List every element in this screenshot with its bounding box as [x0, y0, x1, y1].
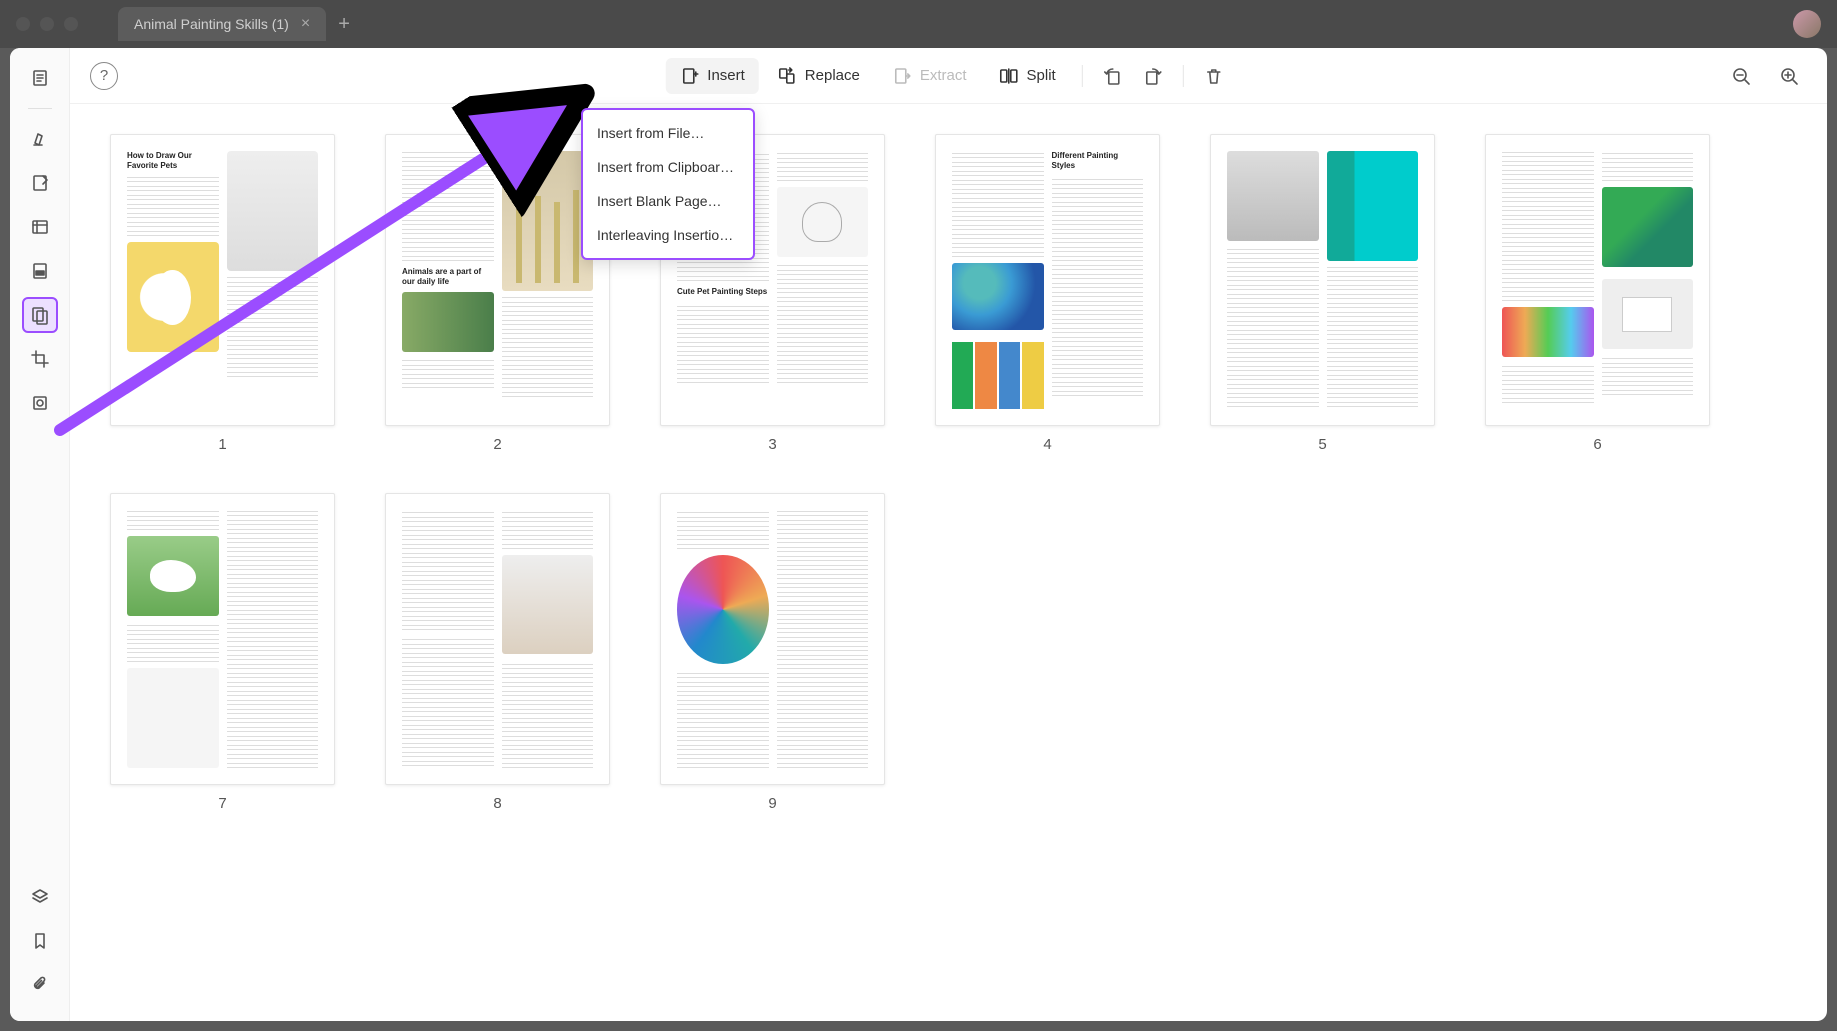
app-body: ? Insert Replace Extract Split: [10, 48, 1827, 1021]
close-tab-icon[interactable]: ×: [301, 15, 310, 33]
watermark-icon: [30, 393, 50, 413]
rotate-left-icon: [1103, 66, 1123, 86]
extract-button[interactable]: Extract: [878, 58, 981, 94]
zoom-out-icon: [1731, 66, 1751, 86]
user-avatar[interactable]: [1793, 10, 1821, 38]
sidebar-page-edit[interactable]: [22, 297, 58, 333]
page-thumb-content: [1485, 134, 1710, 426]
sidebar-annotate[interactable]: [22, 121, 58, 157]
redact-icon: [30, 261, 50, 281]
sidebar-edit-text[interactable]: [22, 165, 58, 201]
new-tab-button[interactable]: +: [338, 13, 350, 36]
page-thumbnail[interactable]: 8: [385, 493, 610, 812]
page-number: 4: [1043, 436, 1051, 453]
maximize-window[interactable]: [64, 17, 78, 31]
window-controls: [16, 17, 78, 31]
page-heading: Different Painting Styles: [1052, 151, 1144, 170]
sidebar-redact[interactable]: [22, 253, 58, 289]
zoom-in-icon: [1779, 66, 1799, 86]
sidebar-layers[interactable]: [22, 879, 58, 915]
toolbar-center: Insert Replace Extract Split: [665, 58, 1231, 94]
rotate-right-icon: [1143, 66, 1163, 86]
main-area: ? Insert Replace Extract Split: [70, 48, 1827, 1021]
close-window[interactable]: [16, 17, 30, 31]
document-tab[interactable]: Animal Painting Skills (1) ×: [118, 7, 326, 41]
replace-label: Replace: [805, 67, 860, 84]
page-number: 5: [1318, 436, 1326, 453]
tab-title: Animal Painting Skills (1): [134, 16, 289, 32]
extract-icon: [892, 66, 912, 86]
insert-from-clipboard[interactable]: Insert from Clipboard…: [583, 150, 753, 184]
page-thumb-content: [110, 493, 335, 785]
insert-dropdown: Insert from File… Insert from Clipboard……: [581, 108, 755, 260]
rotate-right-button[interactable]: [1135, 58, 1171, 94]
help-button[interactable]: ?: [90, 62, 118, 90]
minimize-window[interactable]: [40, 17, 54, 31]
page-thumbnail[interactable]: 6: [1485, 134, 1710, 453]
page-number: 9: [768, 795, 776, 812]
page-number: 2: [493, 436, 501, 453]
insert-blank-page[interactable]: Insert Blank Page…: [583, 184, 753, 218]
sidebar-forms[interactable]: [22, 209, 58, 245]
page-thumbnail[interactable]: How to Draw Our Favorite Pets 1: [110, 134, 335, 453]
page-thumbnail[interactable]: Different Painting Styles 4: [935, 134, 1160, 453]
page-thumb-content: How to Draw Our Favorite Pets: [110, 134, 335, 426]
page-thumbnails-area: How to Draw Our Favorite Pets 1 Animals ar…: [70, 104, 1827, 1021]
toolbar-separator: [1183, 65, 1184, 87]
page-number: 7: [218, 795, 226, 812]
sidebar: [10, 48, 70, 1021]
sidebar-attachments[interactable]: [22, 967, 58, 1003]
split-label: Split: [1027, 67, 1056, 84]
delete-button[interactable]: [1196, 58, 1232, 94]
page-number: 1: [218, 436, 226, 453]
page-thumbnail[interactable]: Animals are a part of our daily life 2: [385, 134, 610, 453]
page-thumb-content: [1210, 134, 1435, 426]
page-number: 6: [1593, 436, 1601, 453]
sidebar-separator: [28, 108, 52, 109]
rotate-left-button[interactable]: [1095, 58, 1131, 94]
edit-text-icon: [30, 173, 50, 193]
sidebar-watermark[interactable]: [22, 385, 58, 421]
page-edit-icon: [30, 305, 50, 325]
page-number: 8: [493, 795, 501, 812]
extract-label: Extract: [920, 67, 967, 84]
page-heading: Cute Pet Painting Steps: [677, 287, 769, 297]
page-thumbnail[interactable]: 7: [110, 493, 335, 812]
insert-label: Insert: [707, 67, 745, 84]
interleaving-insertion[interactable]: Interleaving Insertion…: [583, 218, 753, 252]
sidebar-view-mode[interactable]: [22, 60, 58, 96]
replace-button[interactable]: Replace: [763, 58, 874, 94]
titlebar: Animal Painting Skills (1) × +: [0, 0, 1837, 48]
sidebar-crop[interactable]: [22, 341, 58, 377]
page-heading: How to Draw Our Favorite Pets: [127, 151, 219, 170]
insert-icon: [679, 66, 699, 86]
toolbar-right: [1723, 58, 1807, 94]
replace-icon: [777, 66, 797, 86]
page-number: 3: [768, 436, 776, 453]
bookmark-icon: [30, 931, 50, 951]
toolbar-separator: [1082, 65, 1083, 87]
page-thumb-content: Animals are a part of our daily life: [385, 134, 610, 426]
zoom-in-button[interactable]: [1771, 58, 1807, 94]
highlighter-icon: [30, 129, 50, 149]
paperclip-icon: [30, 975, 50, 995]
page-heading: Animals are a part of our daily life: [402, 267, 494, 286]
page-thumb-content: [660, 493, 885, 785]
page-thumbnail[interactable]: 9: [660, 493, 885, 812]
zoom-out-button[interactable]: [1723, 58, 1759, 94]
sidebar-bookmarks[interactable]: [22, 923, 58, 959]
toolbar: ? Insert Replace Extract Split: [70, 48, 1827, 104]
insert-from-file[interactable]: Insert from File…: [583, 116, 753, 150]
trash-icon: [1204, 66, 1224, 86]
layers-icon: [30, 887, 50, 907]
page-thumb-content: Different Painting Styles: [935, 134, 1160, 426]
insert-button[interactable]: Insert: [665, 58, 759, 94]
page-view-icon: [30, 68, 50, 88]
page-thumbnail[interactable]: 5: [1210, 134, 1435, 453]
split-icon: [999, 66, 1019, 86]
form-icon: [30, 217, 50, 237]
page-thumb-content: [385, 493, 610, 785]
split-button[interactable]: Split: [985, 58, 1070, 94]
crop-icon: [30, 349, 50, 369]
